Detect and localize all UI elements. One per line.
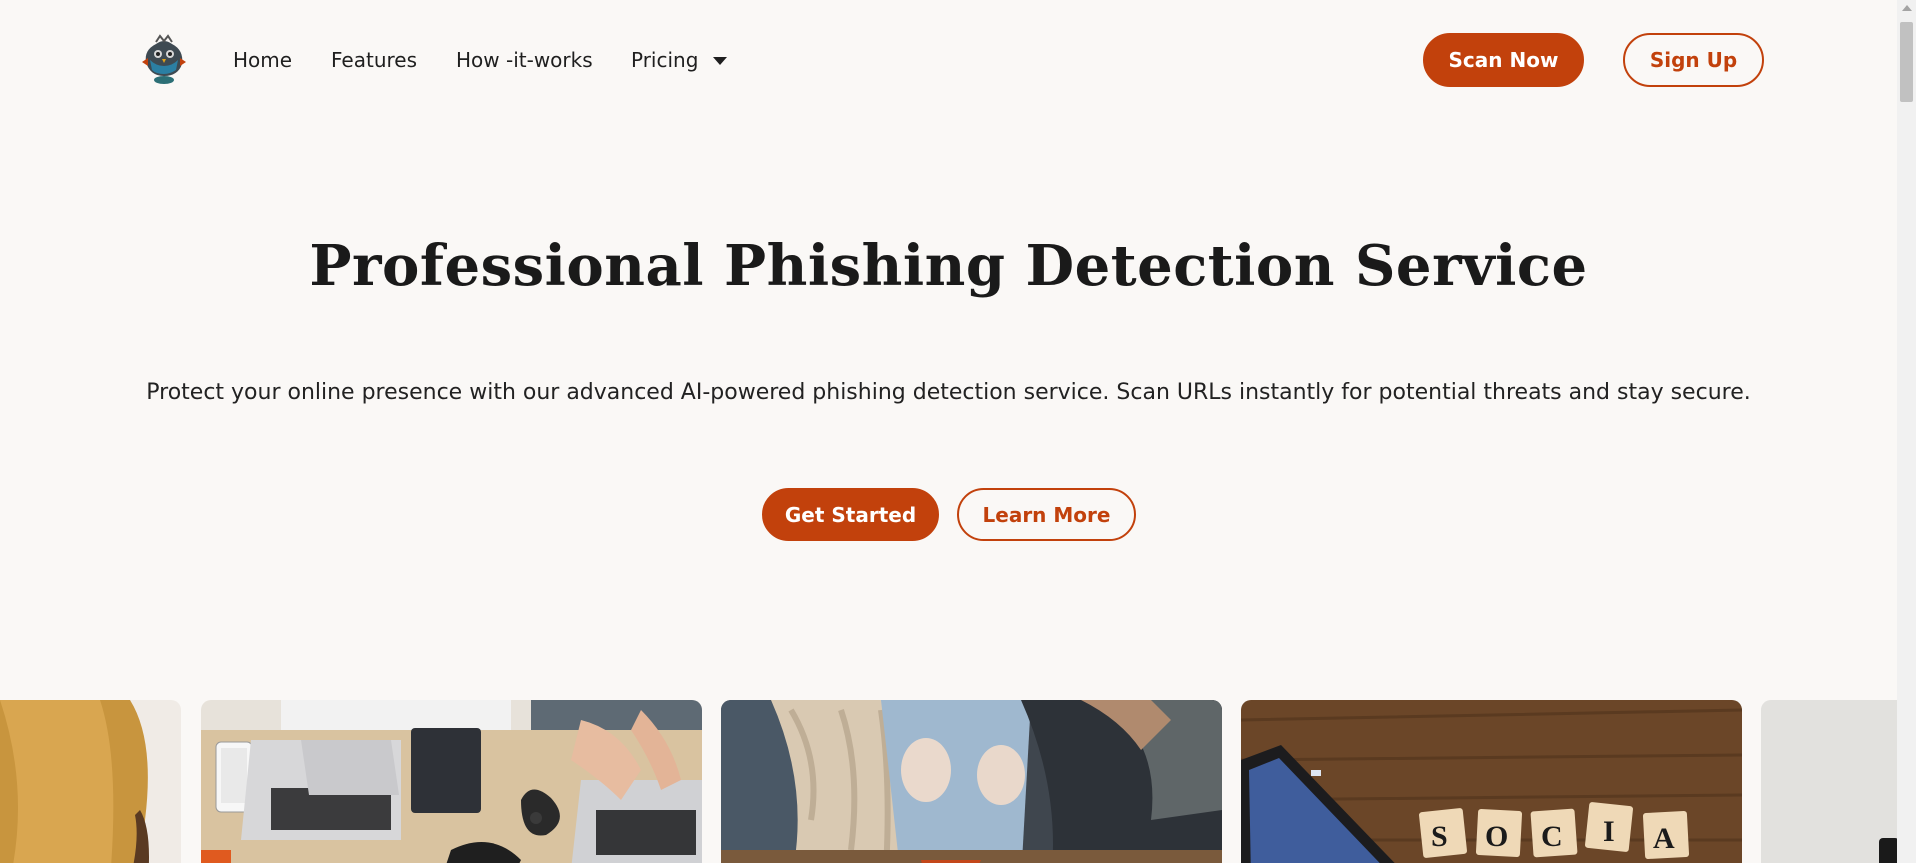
- image-gallery: S O C I A: [0, 700, 1897, 863]
- page-scrollbar[interactable]: [1897, 0, 1916, 863]
- top-navbar: Home Features How -it-works Pricing Scan…: [0, 0, 1897, 120]
- learn-more-button[interactable]: Learn More: [957, 488, 1136, 541]
- brand-logo-icon[interactable]: [136, 32, 192, 88]
- get-started-button[interactable]: Get Started: [762, 488, 939, 541]
- tile-letter-s: S: [1431, 820, 1448, 853]
- gallery-image-laptops: [201, 700, 702, 863]
- hero-title: Professional Phishing Detection Service: [309, 233, 1588, 299]
- nav-link-features[interactable]: Features: [331, 46, 417, 74]
- nav-link-home[interactable]: Home: [233, 46, 292, 74]
- scroll-up-arrow-icon[interactable]: [1902, 5, 1912, 11]
- sign-up-button[interactable]: Sign Up: [1623, 33, 1764, 87]
- nav-link-how-it-works[interactable]: How -it-works: [456, 46, 593, 74]
- tile-letter-c: C: [1541, 820, 1563, 853]
- tile-letter-a: A: [1653, 822, 1675, 855]
- tile-letter-i: I: [1603, 815, 1615, 848]
- gallery-image-partial: [1761, 700, 1897, 863]
- caret-down-icon[interactable]: [713, 57, 727, 65]
- gallery-image-jeans: [721, 700, 1222, 863]
- hero-subtitle: Protect your online presence with our ad…: [146, 380, 1751, 405]
- scrollbar-thumb[interactable]: [1900, 22, 1913, 102]
- tile-letter-o: O: [1485, 820, 1508, 853]
- scan-now-button[interactable]: Scan Now: [1423, 33, 1584, 87]
- gallery-image-social-tiles: S O C I A: [1241, 700, 1742, 863]
- gallery-image-sweater: [0, 700, 181, 863]
- nav-link-pricing[interactable]: Pricing: [631, 46, 698, 74]
